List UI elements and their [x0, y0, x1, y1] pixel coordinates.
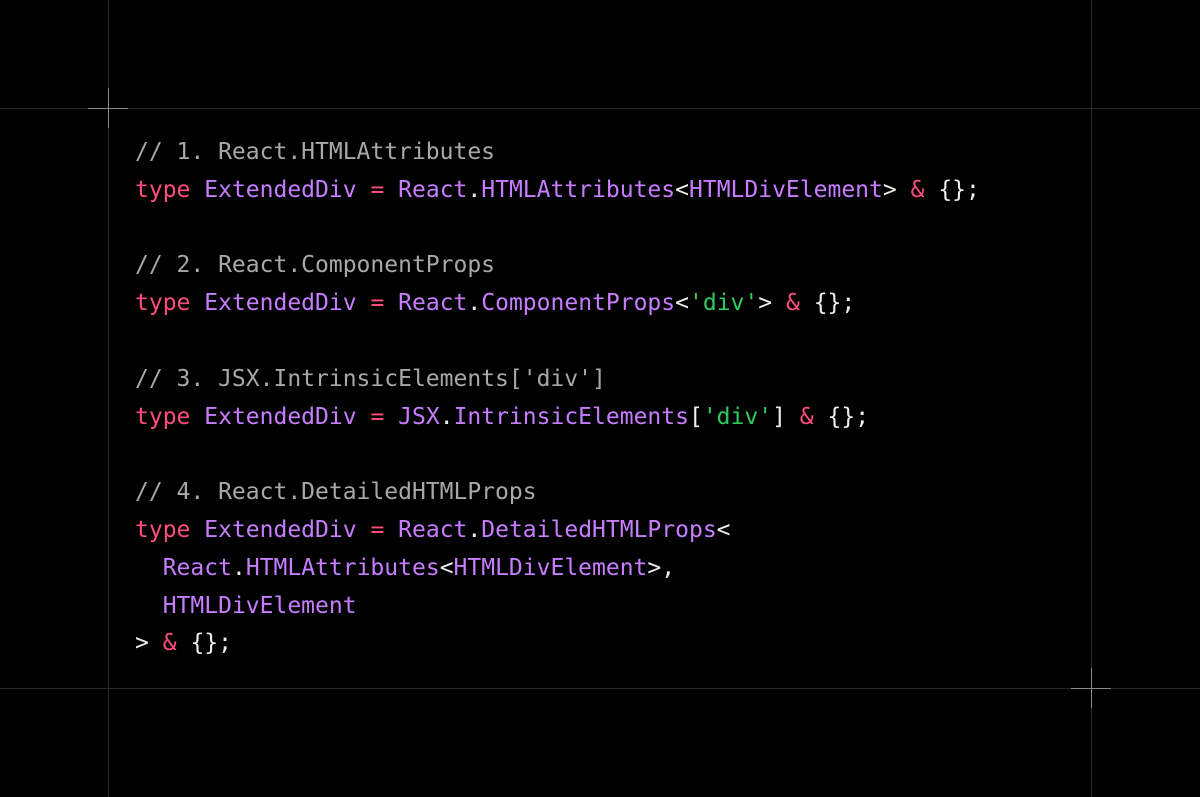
intersection-operator: &: [910, 176, 925, 203]
code-line-1: // 1. React.HTMLAttributes: [135, 134, 980, 172]
crosshair-top-left-icon: [88, 88, 128, 128]
dot: .: [467, 176, 482, 203]
angle-open: <: [675, 290, 689, 317]
empty-object: {};: [938, 176, 980, 203]
type-alias: ExtendedDiv: [204, 290, 357, 317]
code-line-8: type ExtendedDiv = JSX.IntrinsicElements…: [135, 399, 980, 437]
guide-line-bottom: [0, 688, 1200, 689]
string-literal: 'div': [689, 290, 759, 317]
angle-close: >: [758, 290, 773, 317]
code-line-4: // 2. React.ComponentProps: [135, 247, 980, 285]
namespace: React: [398, 176, 468, 203]
type-member: HTMLAttributes: [481, 176, 676, 203]
keyword-type: type: [135, 176, 191, 203]
type-member: ComponentProps: [481, 290, 676, 317]
code-line-5: type ExtendedDiv = React.ComponentProps<…: [135, 285, 980, 323]
equals-operator: =: [370, 403, 385, 430]
type-member: HTMLAttributes: [245, 554, 440, 581]
equals-operator: =: [370, 176, 385, 203]
angle-open: <: [716, 516, 731, 543]
code-line-13: HTMLDivElement: [135, 588, 980, 626]
dot: .: [439, 403, 454, 430]
empty-object: {};: [190, 630, 232, 657]
empty-object: {};: [827, 403, 870, 430]
comment-1: // 1. React.HTMLAttributes: [135, 139, 496, 165]
generic-arg: HTMLDivElement: [453, 554, 648, 581]
code-line-10: // 4. React.DetailedHTMLProps: [135, 474, 980, 512]
comment-4: // 4. React.DetailedHTMLProps: [135, 479, 537, 506]
angle-open: <: [439, 554, 454, 581]
generic-arg: HTMLDivElement: [689, 176, 883, 203]
namespace: React: [398, 290, 468, 317]
keyword-type: type: [135, 516, 191, 543]
equals-operator: =: [370, 516, 385, 543]
angle-open: <: [675, 176, 689, 203]
comment-2: // 2. React.ComponentProps: [135, 252, 496, 279]
angle-close: >: [135, 630, 149, 657]
namespace: React: [398, 516, 468, 543]
namespace: React: [162, 554, 232, 581]
type-alias: ExtendedDiv: [204, 516, 357, 543]
code-line-2: type ExtendedDiv = React.HTMLAttributes<…: [135, 172, 980, 210]
intersection-operator: &: [799, 403, 814, 430]
code-line-11: type ExtendedDiv = React.DetailedHTMLPro…: [135, 512, 980, 550]
string-literal: 'div': [702, 403, 773, 430]
generic-arg: HTMLDivElement: [162, 592, 357, 619]
namespace: JSX: [398, 403, 440, 430]
keyword-type: type: [135, 403, 191, 430]
empty-object: {};: [813, 290, 856, 317]
angle-close: >: [882, 176, 897, 203]
type-alias: ExtendedDiv: [204, 403, 357, 430]
guide-line-top: [0, 108, 1200, 109]
crosshair-bottom-right-icon: [1071, 668, 1111, 708]
code-line-7: // 3. JSX.IntrinsicElements['div']: [135, 361, 980, 399]
code-block: // 1. React.HTMLAttributes type ExtendedD…: [135, 134, 980, 663]
intersection-operator: &: [162, 630, 177, 657]
type-alias: ExtendedDiv: [204, 176, 357, 203]
code-line-14: > & {};: [135, 625, 980, 663]
angle-close-comma: >,: [647, 554, 676, 581]
dot: .: [467, 290, 482, 317]
dot: .: [467, 516, 482, 543]
dot: .: [231, 554, 246, 581]
type-member: IntrinsicElements: [453, 403, 689, 430]
bracket-open: [: [688, 403, 703, 430]
intersection-operator: &: [785, 290, 800, 317]
equals-operator: =: [370, 290, 385, 317]
type-member: DetailedHTMLProps: [481, 516, 717, 543]
code-line-12: React.HTMLAttributes<HTMLDivElement>,: [135, 550, 980, 588]
keyword-type: type: [135, 290, 191, 317]
comment-3: // 3. JSX.IntrinsicElements['div']: [135, 365, 606, 392]
bracket-close: ]: [772, 403, 786, 430]
